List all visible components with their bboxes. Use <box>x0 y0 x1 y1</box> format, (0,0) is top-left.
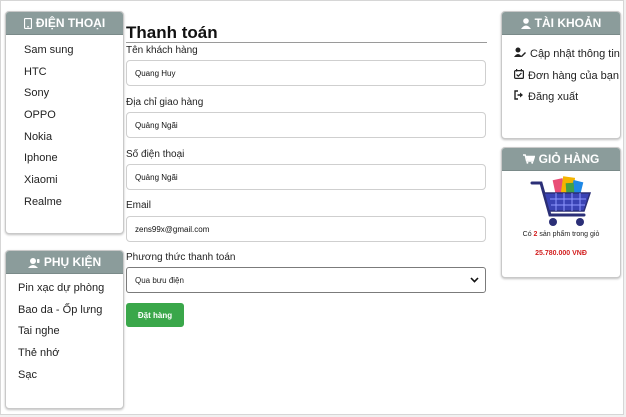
phone-brand-item[interactable]: Xiaomi <box>6 170 123 192</box>
cart-title: GIỎ HÀNG <box>538 152 600 166</box>
account-title: TÀI KHOẢN <box>534 16 602 30</box>
account-logout-link[interactable]: Đăng xuất <box>502 87 620 109</box>
address-label: Địa chỉ giao hàng <box>126 97 204 108</box>
account-menu-label: Đăng xuất <box>528 91 579 103</box>
checkout-form: Thanh toán Tên khách hàng Quang Huy Địa … <box>126 22 487 327</box>
phone-label: Số điện thoại <box>126 149 185 160</box>
email-input[interactable]: zens99x@gmail.com <box>126 216 486 242</box>
accessory-item[interactable]: Bao da - Ốp lưng <box>6 300 123 322</box>
accessory-category-title: PHỤ KIỆN <box>43 255 102 269</box>
accessory-item[interactable]: Tai nghe <box>6 321 123 343</box>
cart-item-count: 2 <box>533 231 538 238</box>
headset-user-icon <box>27 257 40 268</box>
accessory-category-header: PHỤ KIỆN <box>6 251 123 274</box>
payment-method-value: Qua bưu điện <box>135 275 184 285</box>
account-menu-label: Đơn hàng của bạn <box>528 69 620 82</box>
email-label: Email <box>126 200 152 211</box>
account-menu: Cập nhật thông tin Đơn hàng của bạn Đăng… <box>502 35 620 109</box>
user-icon <box>520 17 531 29</box>
shopping-cart-image[interactable] <box>528 175 594 229</box>
phone-brand-item[interactable]: Iphone <box>6 148 123 170</box>
mobile-phone-icon <box>23 17 32 29</box>
account-box: TÀI KHOẢN Cập nhật thông tin Đơn hàng củ… <box>501 11 621 139</box>
user-edit-icon <box>514 44 526 66</box>
accessory-category-box: PHỤ KIỆN Pin xạc dự phòng Bao da - Ốp lư… <box>5 250 124 409</box>
phone-brand-item[interactable]: HTC <box>6 62 123 84</box>
phone-brand-item[interactable]: Nokia <box>6 127 123 149</box>
phone-brand-item[interactable]: Realme <box>6 192 123 214</box>
account-update-info-link[interactable]: Cập nhật thông tin <box>502 44 620 66</box>
address-input[interactable]: Quảng Ngãi <box>126 112 486 138</box>
payment-method-select[interactable]: Qua bưu điện <box>126 267 486 293</box>
shopping-cart-icon <box>522 154 535 164</box>
phone-category-box: ĐIỆN THOẠI Sam sung HTC Sony OPPO Nokia … <box>5 11 124 234</box>
place-order-button[interactable]: Đặt hàng <box>126 303 184 327</box>
phone-category-title: ĐIỆN THOẠI <box>35 16 106 30</box>
account-menu-label: Cập nhật thông tin <box>530 48 620 60</box>
chevron-down-icon <box>470 276 479 285</box>
name-label: Tên khách hàng <box>126 45 198 56</box>
cart-box: GIỎ HÀNG Có 2 sản phẩm trong giỏ 25.780.… <box>501 147 621 278</box>
phone-brand-item[interactable]: Sam sung <box>6 40 123 62</box>
phone-category-header: ĐIỆN THOẠI <box>6 12 123 35</box>
cart-summary-prefix: Có <box>522 231 532 238</box>
payment-label: Phương thức thanh toán <box>126 252 236 263</box>
calendar-check-icon <box>514 66 525 88</box>
phone-brand-item[interactable]: Sony <box>6 83 123 105</box>
cart-total-price: 25.780.000 VNĐ <box>535 250 587 257</box>
phone-brand-list: Sam sung HTC Sony OPPO Nokia Iphone Xiao… <box>6 35 123 214</box>
cart-summary-suffix: sản phẩm trong giỏ <box>539 231 600 238</box>
sign-out-icon <box>514 87 524 109</box>
cart-header: GIỎ HÀNG <box>502 148 620 171</box>
phone-brand-item[interactable]: OPPO <box>6 105 123 127</box>
accessory-item[interactable]: Thẻ nhớ <box>6 343 123 365</box>
accessory-item[interactable]: Sạc <box>6 365 123 387</box>
name-input[interactable]: Quang Huy <box>126 60 486 86</box>
account-header: TÀI KHOẢN <box>502 12 620 35</box>
accessory-item[interactable]: Pin xạc dự phòng <box>6 278 123 300</box>
accessory-list: Pin xạc dự phòng Bao da - Ốp lưng Tai ng… <box>6 274 123 386</box>
account-orders-link[interactable]: Đơn hàng của bạn <box>502 66 620 88</box>
cart-summary: Có 2 sản phẩm trong giỏ <box>502 231 620 238</box>
phone-input[interactable]: Quảng Ngãi <box>126 164 486 190</box>
page-title: Thanh toán <box>126 22 487 43</box>
